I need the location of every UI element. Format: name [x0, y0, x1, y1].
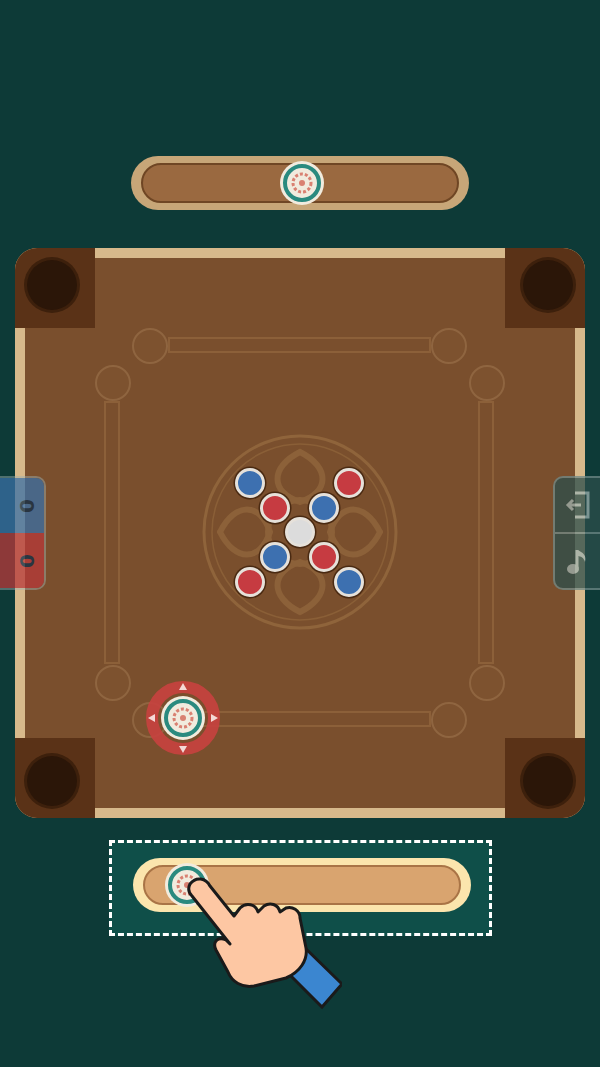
carrom-coin: [334, 567, 364, 597]
striker-icon: [279, 160, 325, 206]
carrom-coin: [235, 468, 265, 498]
score-cell: 0: [0, 478, 44, 533]
pocket: [523, 260, 573, 310]
exit-button[interactable]: [555, 478, 600, 532]
carrom-coin: [235, 567, 265, 597]
music-button[interactable]: [555, 532, 600, 588]
baseline: [478, 401, 494, 664]
carrom-coin: [285, 517, 315, 547]
menu-panel: [553, 476, 600, 590]
pocket: [523, 756, 573, 806]
aim-ring-icon: [145, 680, 221, 756]
baseline: [104, 401, 120, 664]
score-cell: 0: [0, 533, 44, 588]
carrom-board: [15, 248, 585, 818]
player-striker[interactable]: [145, 680, 221, 756]
pocket: [27, 260, 77, 310]
carrom-screen: 00: [0, 0, 600, 1067]
score-panel: 00: [0, 476, 46, 590]
opponent-striker: [279, 160, 325, 206]
score-value: 0: [15, 554, 39, 568]
baseline: [168, 337, 431, 353]
score-value: 0: [15, 499, 39, 513]
carrom-coin: [260, 493, 290, 523]
exit-icon: [565, 490, 591, 520]
carrom-coin: [260, 542, 290, 572]
player-slider[interactable]: [133, 858, 471, 912]
carrom-coin: [309, 493, 339, 523]
pointing-hand-icon: [182, 872, 342, 1012]
opponent-slider: [131, 156, 469, 210]
music-note-icon: [565, 546, 591, 576]
carrom-coin: [334, 468, 364, 498]
pocket: [27, 756, 77, 806]
carrom-coin: [309, 542, 339, 572]
